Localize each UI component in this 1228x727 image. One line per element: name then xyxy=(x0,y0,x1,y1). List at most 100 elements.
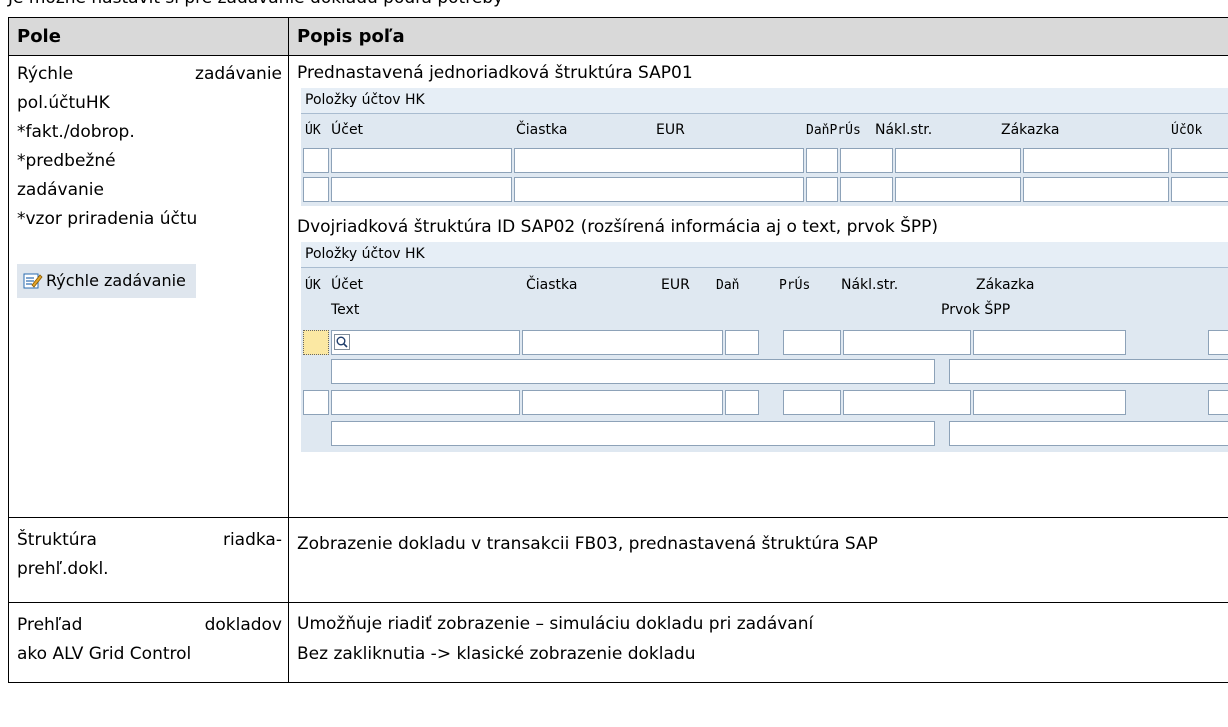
col-label-ucet: Účet xyxy=(331,122,364,138)
col-label-dan-prus: DaňPrÚs xyxy=(806,123,861,138)
field-name-word: dokladov xyxy=(204,615,282,635)
input-zakazka[interactable] xyxy=(1023,148,1169,173)
input-dan[interactable] xyxy=(725,330,759,355)
field-name-word: Štruktúra xyxy=(17,530,97,550)
input-prus[interactable] xyxy=(840,148,893,173)
field-name-line: *fakt./dobrop. xyxy=(17,122,135,142)
input-ucet[interactable] xyxy=(331,330,520,355)
input-uk[interactable] xyxy=(303,177,329,202)
col-label-zakazka: Zákazka xyxy=(1001,122,1060,138)
input-uk[interactable] xyxy=(303,390,329,415)
description-cell: Prednastavená jednoriadková štruktúra SA… xyxy=(288,55,1228,518)
input-ciastka[interactable] xyxy=(514,177,804,202)
field-name-line: Štruktúra riadka- xyxy=(17,526,282,555)
table-row: Rýchle zadávanie pol.účtuHK *fakt./dobro… xyxy=(8,55,1228,518)
input-ciastka[interactable] xyxy=(522,330,723,355)
sap02-panel-title: Položky účtov HK xyxy=(301,242,1228,268)
input-prus[interactable] xyxy=(840,177,893,202)
col-label-uk: ÚK xyxy=(305,278,321,293)
edit-list-icon xyxy=(23,273,43,289)
description-text: Zobrazenie dokladu v transakcii FB03, pr… xyxy=(297,534,878,554)
sap02-entry-row-2 xyxy=(301,357,1228,388)
col-label-naklstr: Nákl.str. xyxy=(875,122,933,138)
input-uk[interactable] xyxy=(303,148,329,173)
input-naklstr[interactable] xyxy=(843,390,971,415)
field-name-cell: Prehľad dokladov ako ALV Grid Control xyxy=(8,602,289,683)
input-naklstr[interactable] xyxy=(895,177,1021,202)
input-ciastka[interactable] xyxy=(514,148,804,173)
col-label-text: Text xyxy=(331,302,360,318)
sap01-entry-row xyxy=(301,175,1228,206)
input-zakazka[interactable] xyxy=(973,330,1126,355)
description-cell: Umožňuje riadiť zobrazenie – simuláciu d… xyxy=(288,602,1228,683)
field-name-line: *vzor priradenia účtu xyxy=(17,209,198,229)
input-ucet[interactable] xyxy=(331,177,512,202)
input-naklstr[interactable] xyxy=(843,330,971,355)
description-text: Bez zakliknutia -> klasické zobrazenie d… xyxy=(297,644,696,664)
input-uk-focused[interactable] xyxy=(303,330,329,355)
input-ciastka[interactable] xyxy=(522,390,723,415)
field-name-cell: Štruktúra riadka- prehľ.dokl. xyxy=(8,517,289,603)
input-ucok[interactable] xyxy=(1171,148,1228,173)
table-row: Prehľad dokladov ako ALV Grid Control Um… xyxy=(8,602,1228,683)
header-pole: Pole xyxy=(8,17,289,56)
field-name-line: zadávanie xyxy=(17,180,104,200)
sap02-panel: Položky účtov HK ÚK Účet Čiastka EUR Daň… xyxy=(301,242,1228,452)
sap01-panel-title: Položky účtov HK xyxy=(301,88,1228,114)
col-label-prvok-spp: Prvok ŠPP xyxy=(941,302,1011,318)
description-text: Umožňuje riadiť zobrazenie – simuláciu d… xyxy=(297,614,814,634)
sap02-column-labels: ÚK Účet Čiastka EUR Daň PrÚs Nákl.str. Z… xyxy=(301,268,1228,298)
input-naklstr[interactable] xyxy=(895,148,1021,173)
field-name-line: prehľ.dokl. xyxy=(17,559,109,579)
fields-table: Pole Popis poľa Rýchle zadávanie pol.účt… xyxy=(8,17,1228,683)
input-ucok[interactable] xyxy=(1171,177,1228,202)
col-label-eur: EUR xyxy=(656,122,685,138)
input-dan[interactable] xyxy=(806,177,838,202)
sap01-panel: Položky účtov HK ÚK Účet Čiastka EUR Daň… xyxy=(301,88,1228,206)
sap02-entry-row xyxy=(301,328,1228,357)
input-prus[interactable] xyxy=(783,330,841,355)
document-page: Je možné nastaviť si pre zadávanie dokla… xyxy=(0,0,1228,727)
col-label-ciastka: Čiastka xyxy=(526,277,578,293)
field-name-cell: Rýchle zadávanie pol.účtuHK *fakt./dobro… xyxy=(8,55,289,518)
structure2-title: Dvojriadková štruktúra ID SAP02 (rozšíre… xyxy=(297,217,939,237)
quick-entry-button-label: Rýchle zadávanie xyxy=(46,271,186,290)
input-prus[interactable] xyxy=(783,390,841,415)
input-text[interactable] xyxy=(331,359,935,384)
clipped-intro-text: Je možné nastaviť si pre zadávanie dokla… xyxy=(8,0,503,8)
field-name-word: Prehľad xyxy=(17,615,83,635)
field-name-line: Rýchle zadávanie xyxy=(17,60,282,89)
input-dan[interactable] xyxy=(725,390,759,415)
input-ucet[interactable] xyxy=(331,148,512,173)
magnifier-icon[interactable] xyxy=(334,334,350,350)
input-zakazka[interactable] xyxy=(973,390,1126,415)
col-label-zakazka: Zákazka xyxy=(976,277,1035,293)
field-name-line: *predbežné xyxy=(17,151,116,171)
input-prvok-spp[interactable] xyxy=(949,421,1228,446)
sap02-entry-row xyxy=(301,388,1228,419)
sap02-entry-row-2 xyxy=(301,419,1228,452)
header-popis: Popis poľa xyxy=(288,17,1228,56)
table-row: Štruktúra riadka- prehľ.dokl. Zobrazenie… xyxy=(8,517,1228,603)
input-cut[interactable] xyxy=(1208,390,1228,415)
col-label-eur: EUR xyxy=(661,277,690,293)
field-name-line: pol.účtuHK xyxy=(17,93,110,113)
description-cell: Zobrazenie dokladu v transakcii FB03, pr… xyxy=(288,517,1228,603)
sap01-entry-row xyxy=(301,146,1228,175)
input-cut[interactable] xyxy=(1208,330,1228,355)
input-zakazka[interactable] xyxy=(1023,177,1169,202)
table-header-row: Pole Popis poľa xyxy=(8,17,1228,56)
quick-entry-button[interactable]: Rýchle zadávanie xyxy=(17,264,196,298)
field-name-line: ako ALV Grid Control xyxy=(17,644,192,664)
sap01-column-labels: ÚK Účet Čiastka EUR DaňPrÚs Nákl.str. Zá… xyxy=(301,114,1228,146)
col-label-prus: PrÚs xyxy=(779,278,811,293)
input-dan[interactable] xyxy=(806,148,838,173)
input-text[interactable] xyxy=(331,421,935,446)
input-ucet[interactable] xyxy=(331,390,520,415)
field-name-word: Rýchle xyxy=(17,64,74,84)
input-prvok-spp[interactable] xyxy=(949,359,1228,384)
col-label-uk: ÚK xyxy=(305,123,321,138)
structure1-title: Prednastavená jednoriadková štruktúra SA… xyxy=(297,63,693,83)
field-name-line: Prehľad dokladov xyxy=(17,611,282,640)
field-name-word: riadka- xyxy=(222,530,282,550)
